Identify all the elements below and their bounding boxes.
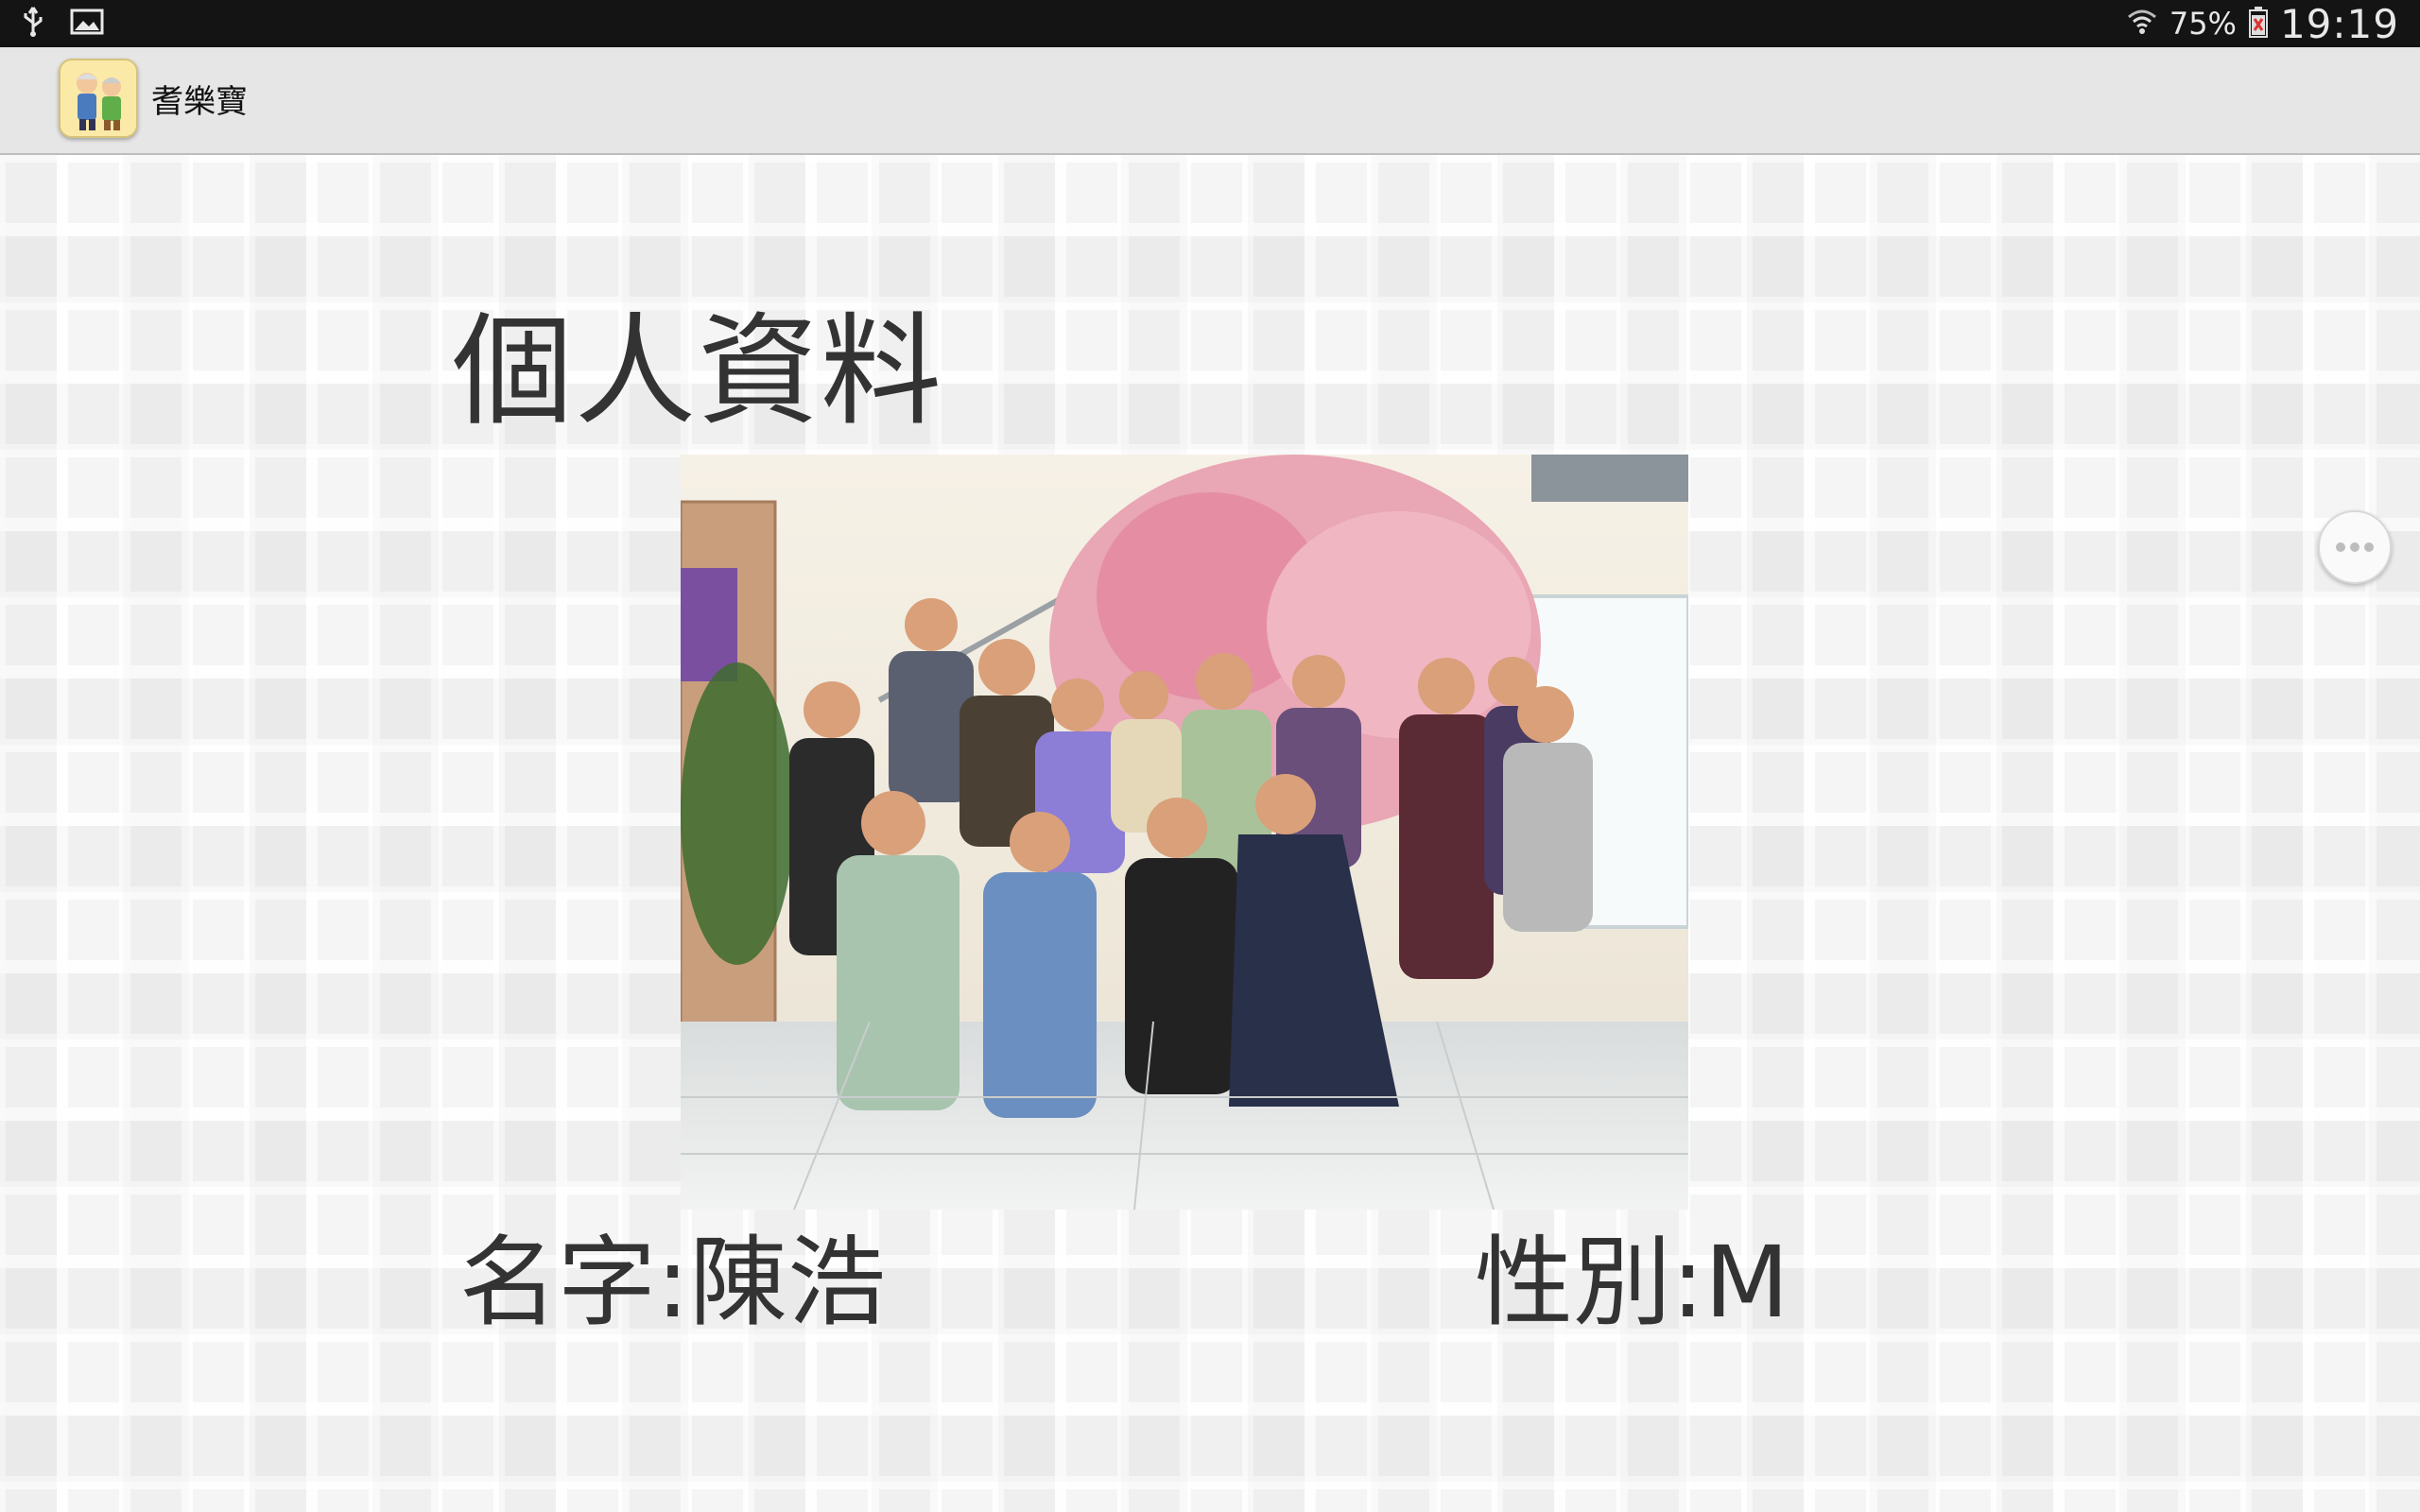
status-icons-left [21, 6, 104, 42]
page-title: 個人資料 [452, 301, 944, 442]
more-options-button[interactable] [2318, 510, 2392, 584]
profile-group-photo [681, 455, 1688, 1210]
elderly-couple-app-icon [60, 60, 136, 136]
usb-icon [21, 6, 45, 42]
battery-icon [2248, 6, 2269, 42]
image-icon [70, 8, 104, 40]
status-bar: 75% 19:19 [0, 0, 2420, 47]
profile-photo [681, 455, 1688, 1210]
action-bar: 耆樂寶 [0, 47, 2420, 155]
app-icon[interactable] [59, 59, 138, 138]
more-dots-icon [2336, 542, 2345, 552]
gender-field: 性別:M [1475, 1225, 1789, 1340]
more-dot [2350, 542, 2360, 552]
app-title: 耆樂寶 [151, 83, 248, 121]
wifi-icon [2126, 6, 2158, 42]
more-dot [2364, 542, 2374, 552]
clock: 19:19 [2279, 0, 2399, 47]
status-icons-right: 75% 19:19 [2126, 0, 2399, 47]
battery-percent: 75% [2169, 6, 2237, 42]
name-field: 名字:陳浩 [459, 1225, 887, 1340]
